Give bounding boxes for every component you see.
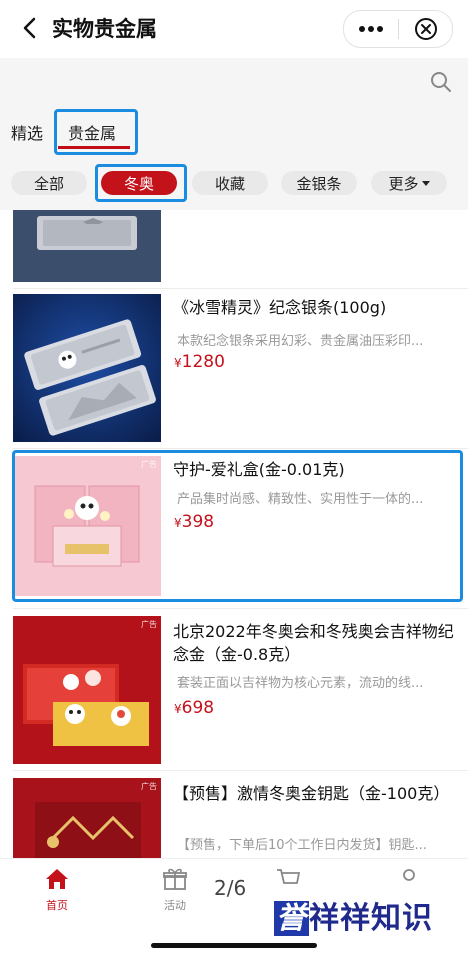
user-icon bbox=[403, 869, 415, 881]
product-image bbox=[13, 294, 161, 442]
tab-featured[interactable]: 精选 bbox=[11, 120, 43, 144]
nav-home[interactable]: 首页 bbox=[34, 867, 80, 913]
product-name: 《冰雪精灵》纪念银条(100g) bbox=[173, 298, 387, 317]
list-divider bbox=[13, 608, 468, 609]
chip-all[interactable]: 全部 bbox=[11, 171, 87, 195]
currency-symbol: ¥ bbox=[174, 356, 182, 370]
close-circle-icon bbox=[414, 18, 437, 40]
currency-symbol: ¥ bbox=[174, 702, 182, 716]
price-value: 698 bbox=[181, 698, 215, 718]
watermark-text-a: 誉 bbox=[274, 901, 309, 936]
nav-cart[interactable] bbox=[275, 867, 301, 895]
nav-profile[interactable] bbox=[398, 867, 420, 895]
page-indicator: 2/6 bbox=[214, 876, 247, 900]
caret-down-icon bbox=[421, 180, 430, 186]
home-indicator bbox=[151, 943, 317, 948]
back-button[interactable] bbox=[14, 12, 44, 44]
chevron-left-icon bbox=[23, 17, 36, 39]
list-divider bbox=[13, 770, 468, 771]
chip-more[interactable]: 更多 bbox=[371, 171, 447, 195]
product-name: 【预售】激情冬奥金钥匙（金-100克） bbox=[173, 784, 450, 803]
product-list: 《冰雪精灵》纪念银条(100g) 本款纪念银条采用幻彩、贵金属油压彩印... ¥… bbox=[0, 210, 468, 858]
mini-program-capsule bbox=[343, 10, 453, 48]
product-price: ¥698 bbox=[174, 698, 214, 718]
nav-activity[interactable]: 活动 bbox=[152, 867, 198, 913]
product-image bbox=[13, 210, 161, 282]
product-description: 套装正面以吉祥物为核心元素，流动的线... bbox=[177, 676, 424, 691]
ad-badge: 广告 bbox=[141, 782, 157, 791]
more-options-button[interactable] bbox=[344, 11, 398, 47]
watermark-logo: 誉祥祥知识 bbox=[274, 893, 433, 937]
nav-activity-label: 活动 bbox=[164, 899, 186, 912]
more-dots-icon bbox=[359, 26, 383, 32]
product-item[interactable]: 广告 北京2022年冬奥会和冬残奥会吉祥物纪念金（金-0.8克） 套装正面以吉祥… bbox=[0, 616, 468, 766]
list-divider bbox=[13, 448, 468, 449]
chip-more-label: 更多 bbox=[388, 174, 419, 193]
product-image: 广告 bbox=[13, 778, 161, 858]
bottom-nav: 首页 活动 2/6 誉祥祥知识 bbox=[0, 858, 468, 958]
product-item[interactable]: 《冰雪精灵》纪念银条(100g) 本款纪念银条采用幻彩、贵金属油压彩印... ¥… bbox=[0, 294, 468, 444]
close-mini-program-button[interactable] bbox=[399, 11, 452, 47]
product-item-partial[interactable] bbox=[0, 210, 468, 290]
product-name: 北京2022年冬奥会和冬残奥会吉祥物纪念金（金-0.8克） bbox=[173, 622, 454, 664]
page-title: 实物贵金属 bbox=[52, 17, 157, 41]
cart-icon bbox=[277, 869, 301, 884]
price-value: 1280 bbox=[181, 352, 225, 372]
chip-gold-silver-bars[interactable]: 金银条 bbox=[281, 171, 357, 195]
tab-highlight-box bbox=[54, 109, 138, 155]
chip-collection[interactable]: 收藏 bbox=[192, 171, 268, 195]
product-item[interactable]: 广告 【预售】激情冬奥金钥匙（金-100克） 【预售，下单后10个工作日内发货】… bbox=[0, 778, 468, 858]
product-highlight-box bbox=[12, 450, 463, 602]
home-icon bbox=[46, 869, 68, 889]
chip-highlight-box bbox=[95, 164, 187, 202]
ad-badge: 广告 bbox=[141, 620, 157, 629]
watermark-text-b: 祥祥知识 bbox=[309, 901, 433, 936]
product-description: 【预售，下单后10个工作日内发货】钥匙... bbox=[177, 838, 427, 853]
nav-home-label: 首页 bbox=[46, 899, 68, 912]
gift-icon bbox=[163, 868, 187, 890]
search-button[interactable] bbox=[429, 70, 455, 96]
search-icon bbox=[431, 72, 451, 92]
product-price: ¥1280 bbox=[174, 352, 225, 372]
product-image: 广告 bbox=[13, 616, 161, 764]
list-divider bbox=[13, 288, 468, 289]
product-description: 本款纪念银条采用幻彩、贵金属油压彩印... bbox=[177, 334, 424, 349]
top-bar: 实物贵金属 bbox=[0, 0, 468, 58]
